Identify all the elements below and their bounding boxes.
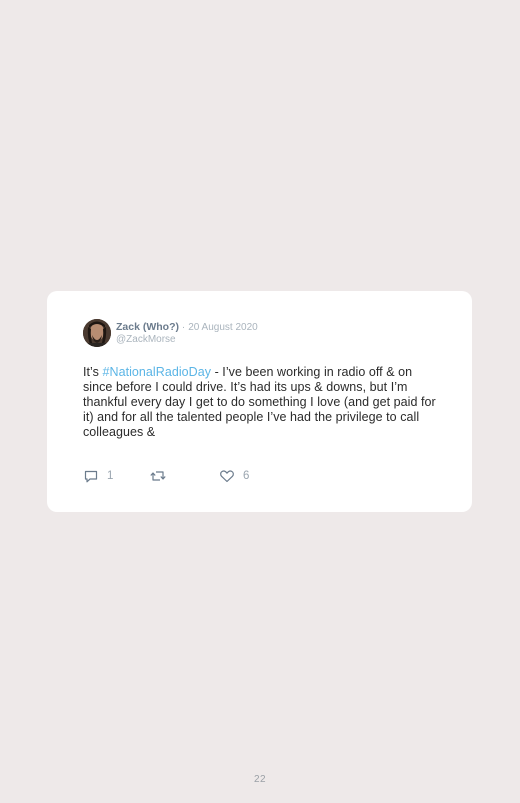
retweet-button[interactable] bbox=[149, 468, 167, 484]
author-handle[interactable]: @ZackMorse bbox=[116, 334, 176, 346]
hashtag-link[interactable]: #NationalRadioDay bbox=[102, 365, 211, 379]
tweet-text: It’s #NationalRadioDay - I’ve been worki… bbox=[83, 365, 445, 440]
avatar[interactable] bbox=[83, 319, 111, 347]
like-count: 6 bbox=[243, 470, 250, 482]
tweet-actions: 1 6 bbox=[83, 468, 283, 484]
avatar-image bbox=[83, 319, 111, 347]
speech-bubble-icon bbox=[84, 470, 98, 483]
author-line: Zack (Who?) · 20 August 2020 bbox=[116, 321, 258, 334]
reply-count: 1 bbox=[107, 470, 114, 482]
tweet-text-start: It’s bbox=[83, 365, 103, 379]
page-number: 22 bbox=[253, 774, 267, 785]
heart-icon bbox=[220, 470, 234, 483]
tweet-card: Zack (Who?) · 20 August 2020 @ZackMorse … bbox=[47, 291, 472, 512]
author-name[interactable]: Zack (Who?) bbox=[116, 321, 179, 333]
retweet-icon bbox=[150, 471, 166, 481]
like-button[interactable]: 6 bbox=[219, 468, 249, 484]
reply-button[interactable]: 1 bbox=[83, 468, 113, 484]
tweet-date[interactable]: 20 August 2020 bbox=[188, 322, 258, 333]
separator: · bbox=[181, 322, 186, 333]
